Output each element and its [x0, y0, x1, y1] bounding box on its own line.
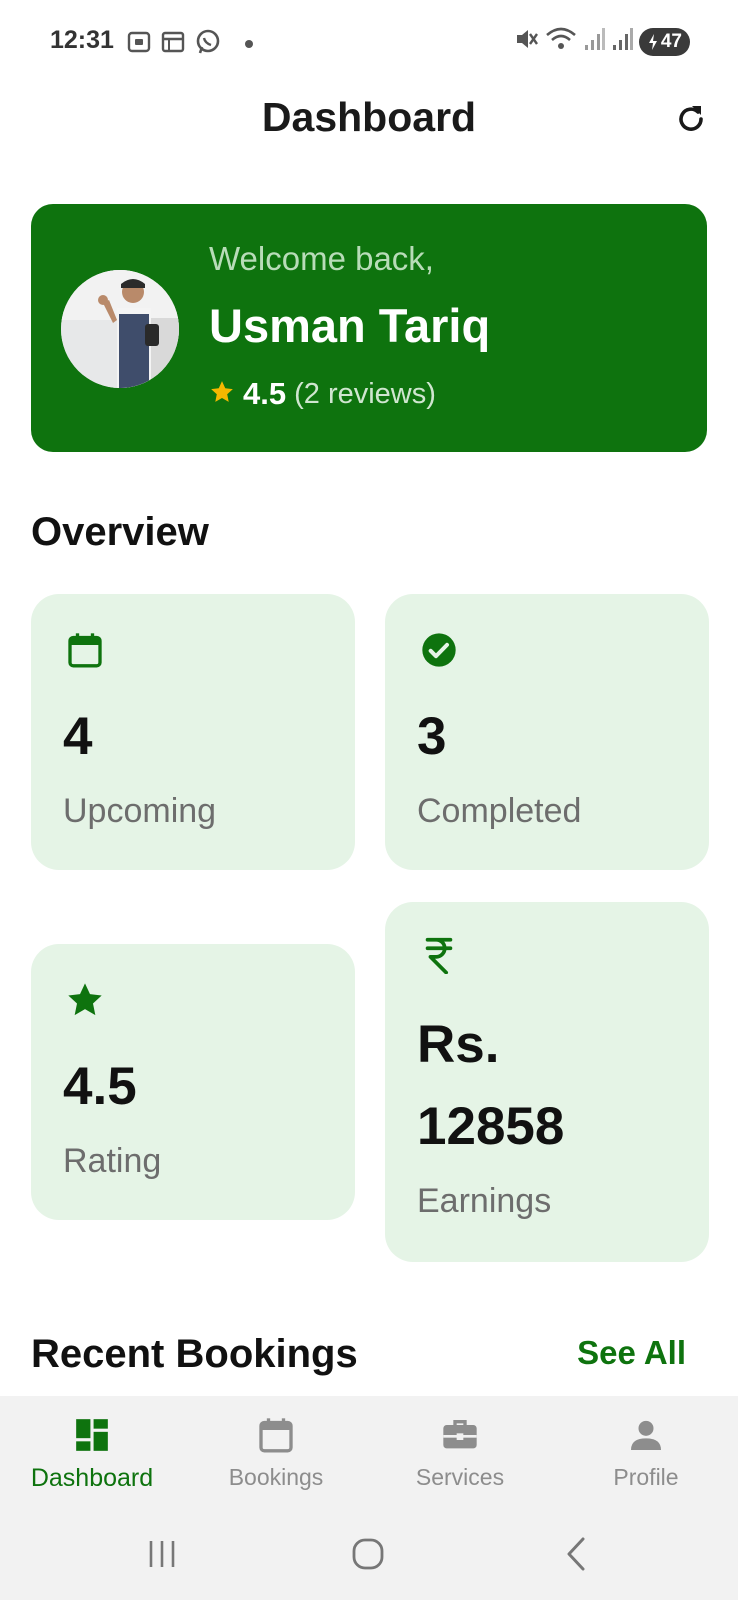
stat-card-completed[interactable]: 3 Completed	[385, 594, 709, 870]
recent-bookings-title: Recent Bookings	[31, 1332, 358, 1376]
back-button[interactable]	[552, 1532, 600, 1580]
person-icon	[623, 1412, 669, 1458]
review-count: (2 reviews)	[294, 377, 436, 410]
see-all-link[interactable]: See All	[577, 1334, 686, 1372]
screenshot-icon	[126, 29, 152, 60]
calendar-icon	[63, 628, 107, 672]
dashboard-icon	[69, 1412, 115, 1458]
avatar	[61, 270, 179, 388]
stat-card-rating[interactable]: 4.5 Rating	[31, 944, 355, 1220]
home-icon	[350, 1536, 386, 1577]
user-name: Usman Tariq	[209, 299, 491, 352]
completed-label: Completed	[417, 792, 582, 830]
rupee-icon	[417, 932, 461, 976]
star-icon	[63, 978, 107, 1022]
check-circle-icon	[417, 628, 461, 672]
recent-apps-icon	[145, 1537, 179, 1576]
stat-card-upcoming[interactable]: 4 Upcoming	[31, 594, 355, 870]
toolbox-icon	[437, 1412, 483, 1458]
refresh-icon	[674, 102, 708, 141]
calendar-icon	[253, 1412, 299, 1458]
upcoming-count: 4	[63, 707, 93, 766]
overview-title: Overview	[31, 510, 209, 554]
user-rating: 4.5 (2 reviews)	[209, 376, 436, 412]
recent-apps-button[interactable]	[138, 1532, 186, 1580]
system-navigation-bar	[0, 1510, 738, 1600]
stat-card-earnings[interactable]: Rs. 12858 Earnings	[385, 902, 709, 1262]
calendar-notification-icon	[160, 29, 186, 60]
back-icon	[561, 1536, 591, 1577]
system-status-icons: 47	[513, 26, 690, 57]
mute-icon	[513, 26, 539, 57]
status-time: 12:31	[50, 26, 114, 54]
signal-icon	[611, 27, 633, 56]
nav-label-dashboard: Dashboard	[30, 1464, 154, 1492]
nav-item-profile[interactable]: Profile	[572, 1396, 720, 1510]
rating-label: Rating	[63, 1142, 162, 1180]
earnings-currency: Rs.	[417, 1015, 500, 1074]
star-icon	[209, 379, 235, 410]
home-button[interactable]	[344, 1532, 392, 1580]
battery-icon: 47	[638, 27, 690, 56]
welcome-card: Welcome back, Usman Tariq 4.5 (2 reviews…	[31, 204, 707, 452]
refresh-button[interactable]	[672, 102, 710, 140]
nav-item-dashboard[interactable]: Dashboard	[18, 1396, 166, 1510]
wifi-icon	[545, 26, 577, 57]
dot-icon	[244, 36, 254, 54]
nav-label-profile: Profile	[613, 1464, 679, 1490]
earnings-amount: 12858	[417, 1097, 565, 1156]
battery-level: 47	[660, 30, 682, 52]
nav-item-services[interactable]: Services	[386, 1396, 534, 1510]
completed-count: 3	[417, 707, 447, 766]
whatsapp-icon	[194, 28, 222, 61]
nav-item-bookings[interactable]: Bookings	[202, 1396, 350, 1510]
signal-icon	[583, 27, 605, 56]
page-title: Dashboard	[261, 94, 477, 140]
rating-stat-value: 4.5	[63, 1057, 137, 1116]
upcoming-label: Upcoming	[63, 792, 217, 830]
notification-icons	[126, 28, 254, 61]
rating-value: 4.5	[243, 376, 287, 411]
bottom-navigation: Dashboard Bookings Services Profile	[0, 1396, 738, 1510]
welcome-greeting: Welcome back,	[209, 240, 434, 277]
nav-label-bookings: Bookings	[228, 1464, 324, 1490]
earnings-label: Earnings	[417, 1182, 552, 1220]
status-bar: 12:31 47	[0, 0, 738, 84]
nav-label-services: Services	[415, 1464, 505, 1490]
